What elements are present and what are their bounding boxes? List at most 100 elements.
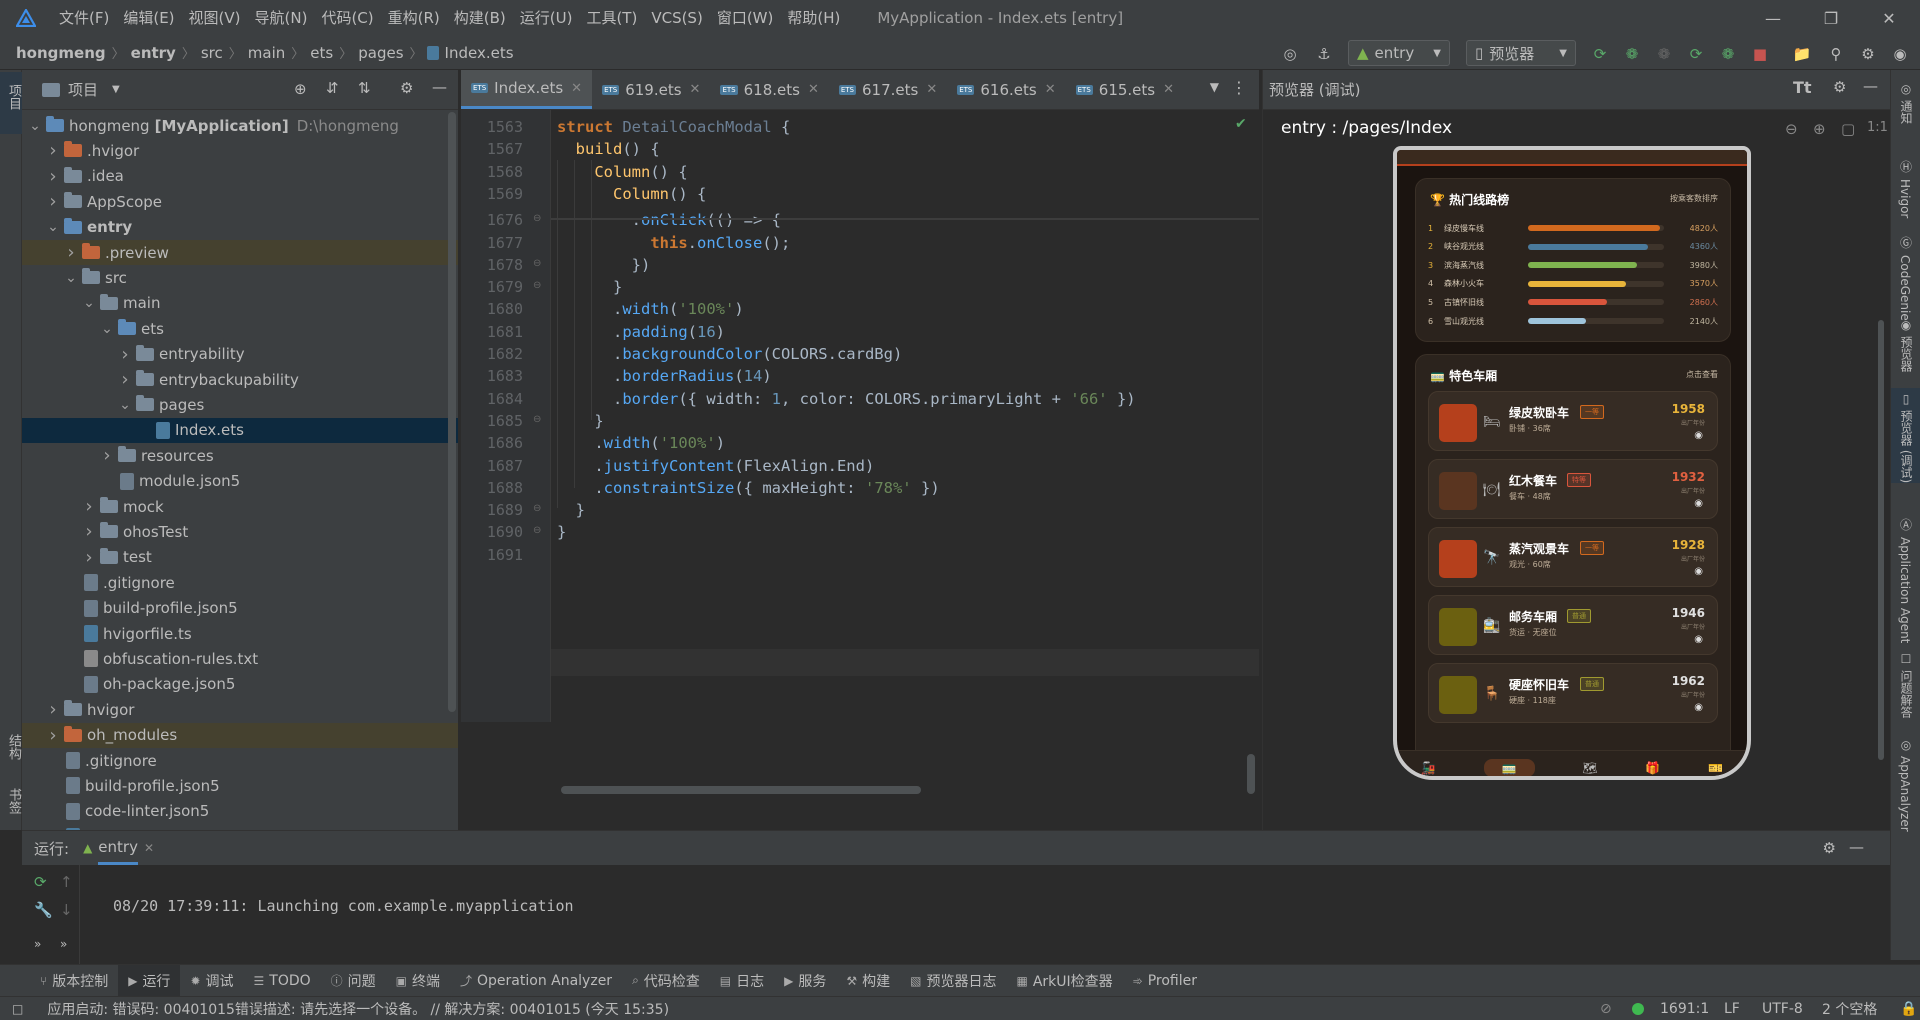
profile-icon[interactable]: ❁ bbox=[1718, 44, 1738, 64]
structure-tool-tab[interactable]: 结构 bbox=[4, 734, 23, 760]
tree-item[interactable]: ⌄ main bbox=[22, 291, 458, 316]
close-tab-icon[interactable]: ✕ bbox=[571, 81, 582, 96]
target-icon[interactable]: ◎ bbox=[1280, 44, 1300, 64]
tree-item[interactable]: Index.ets bbox=[22, 417, 458, 443]
menu-item[interactable]: 编辑(E) bbox=[116, 0, 181, 36]
close-tab-icon[interactable]: ✕ bbox=[926, 82, 937, 97]
file-encoding[interactable]: UTF-8 bbox=[1762, 1001, 1803, 1017]
power-save-icon[interactable]: ⊘ bbox=[1600, 1001, 1612, 1017]
scroll-down-icon[interactable]: ↓ bbox=[60, 901, 73, 919]
chevron-right-icon[interactable]: › bbox=[118, 344, 132, 365]
tree-item[interactable]: obfuscation-rules.txt bbox=[22, 646, 458, 671]
preview-scrollbar[interactable] bbox=[1878, 320, 1884, 760]
view-icon[interactable]: ◉ bbox=[1694, 498, 1703, 509]
actual-size-icon[interactable]: 1:1 bbox=[1867, 120, 1888, 135]
code-area[interactable]: struct DetailCoachModal { build() { Colu… bbox=[461, 110, 1259, 722]
vertical-scrollbar[interactable] bbox=[1247, 754, 1255, 794]
tree-item[interactable]: › .hvigor bbox=[22, 138, 458, 163]
tab-list-chevron-icon[interactable]: ▼ bbox=[1210, 80, 1219, 94]
view-icon[interactable]: ◉ bbox=[1694, 430, 1703, 441]
hide-panel-icon[interactable]: — bbox=[1863, 77, 1878, 95]
car-card[interactable]: 🛏 绿皮软卧车 一等 卧铺 · 36席 1958 出厂年份 ◉ bbox=[1428, 391, 1718, 451]
editor-tab[interactable]: ETS 615.ets ✕ bbox=[1066, 70, 1184, 109]
tree-item[interactable]: ⌄ ets bbox=[22, 316, 458, 341]
rerun-icon[interactable]: ⟳ bbox=[1590, 44, 1610, 64]
tab-gift-icon[interactable]: 🎁 bbox=[1645, 761, 1660, 775]
view-icon[interactable]: ◉ bbox=[1694, 634, 1703, 645]
chevron-down-icon[interactable]: ⌄ bbox=[28, 118, 42, 134]
font-size-icon[interactable]: Tt bbox=[1793, 78, 1812, 97]
close-tab-icon[interactable]: ✕ bbox=[1163, 82, 1174, 97]
chevron-down-icon[interactable]: ▼ bbox=[112, 84, 120, 95]
chevron-down-icon[interactable]: ⌄ bbox=[118, 397, 132, 413]
status-message[interactable]: 应用启动: 错误码: 00401015错误描述: 请先选择一个设备。 // 解决… bbox=[47, 999, 669, 1019]
code-line[interactable]: .border({ width: 1, color: COLORS.primar… bbox=[557, 386, 1136, 413]
breadcrumb-item[interactable]: entry bbox=[129, 44, 178, 62]
bottom-tab[interactable]: ➾ Profiler bbox=[1123, 965, 1207, 997]
editor-tab[interactable]: ETS 616.ets ✕ bbox=[947, 70, 1065, 109]
code-line[interactable]: } bbox=[557, 519, 566, 546]
wrench-icon[interactable]: 🔧 bbox=[34, 901, 53, 919]
breadcrumb-item[interactable]: hongmeng bbox=[14, 44, 108, 62]
chevron-right-icon[interactable]: › bbox=[118, 369, 132, 390]
car-card[interactable]: 🚉 邮务车厢 普通 货运 · 无座位 1946 出厂年份 ◉ bbox=[1428, 595, 1718, 655]
tree-item[interactable]: › ohosTest bbox=[22, 519, 458, 544]
hide-panel-icon[interactable]: — bbox=[432, 78, 447, 96]
menu-item[interactable]: VCS(S) bbox=[644, 0, 709, 36]
attach-debugger-icon[interactable]: ❁ bbox=[1654, 44, 1674, 64]
cursor-position[interactable]: 1691:1 bbox=[1660, 1001, 1709, 1017]
tree-item[interactable]: hvigorfile.ts bbox=[22, 621, 458, 646]
tree-item[interactable]: › test bbox=[22, 545, 458, 570]
right-tool-tab[interactable]: Ⓐ Application Agent bbox=[1891, 512, 1920, 643]
ranking-row[interactable]: 4 森林小火车 3570人 bbox=[1428, 275, 1718, 293]
editor-tab[interactable]: ETS Index.ets ✕ bbox=[461, 70, 593, 109]
menu-item[interactable]: 视图(V) bbox=[182, 0, 248, 36]
chevron-right-icon[interactable]: › bbox=[82, 547, 96, 568]
cars-more-label[interactable]: 点击查看 bbox=[1686, 369, 1718, 380]
chevron-down-icon[interactable]: ⌄ bbox=[64, 270, 78, 286]
status-indicator-icon[interactable] bbox=[1632, 1003, 1644, 1015]
chevron-down-icon[interactable]: ⌄ bbox=[100, 321, 114, 337]
bottom-tab[interactable]: ▶ 服务 bbox=[774, 965, 836, 997]
settings-icon[interactable]: ⚙ bbox=[1858, 44, 1878, 64]
tree-item[interactable]: › AppScope bbox=[22, 189, 458, 214]
maximize-icon[interactable]: ❐ bbox=[1802, 0, 1860, 36]
more-icon[interactable]: ◉ bbox=[1890, 44, 1910, 64]
ranking-row[interactable]: 6 雪山观光线 2140人 bbox=[1428, 312, 1718, 330]
bottom-tab[interactable]: ▶ 运行 bbox=[118, 964, 181, 997]
line-separator[interactable]: LF bbox=[1724, 1001, 1740, 1017]
view-icon[interactable]: ◉ bbox=[1694, 566, 1703, 577]
zoom-in-icon[interactable]: ⊕ bbox=[1813, 120, 1826, 138]
bottom-tab[interactable]: ⤴ Operation Analyzer bbox=[450, 965, 622, 997]
close-tab-icon[interactable]: ✕ bbox=[1045, 82, 1056, 97]
zoom-out-icon[interactable]: ⊖ bbox=[1785, 120, 1798, 138]
bottom-tab[interactable]: ⚒ 构建 bbox=[836, 965, 900, 997]
right-tool-tab[interactable]: Ⓗ Hvigor bbox=[1891, 154, 1920, 218]
debug-icon[interactable]: ❁ bbox=[1622, 44, 1642, 64]
code-line[interactable]: Column() { bbox=[557, 181, 706, 208]
minimize-icon[interactable]: — bbox=[1744, 0, 1802, 36]
tree-item[interactable]: › entryability bbox=[22, 342, 458, 367]
run-config-select[interactable]: ▲ entry ▼ bbox=[1348, 40, 1450, 66]
menu-item[interactable]: 代码(C) bbox=[314, 0, 380, 36]
car-card[interactable]: 🪑 硬座怀旧车 普通 硬座 · 118座 1962 出厂年份 ◉ bbox=[1428, 663, 1718, 723]
editor-tab[interactable]: ETS 619.ets ✕ bbox=[592, 70, 710, 109]
tree-item[interactable]: ⌄ entry bbox=[22, 215, 458, 240]
apply-changes-icon[interactable]: ⟳ bbox=[1686, 44, 1706, 64]
breadcrumb-item[interactable]: src bbox=[199, 44, 225, 62]
hvigor-icon[interactable]: ⚓ bbox=[1314, 44, 1334, 64]
gear-icon[interactable]: ⚙ bbox=[400, 79, 413, 97]
search-icon[interactable]: ⚲ bbox=[1826, 44, 1846, 64]
right-tool-tab[interactable]: ◎ 通知 bbox=[1891, 78, 1920, 124]
tree-item[interactable]: .gitignore bbox=[22, 570, 458, 595]
breadcrumb-item[interactable]: Index.ets bbox=[443, 44, 516, 62]
menu-item[interactable]: 窗口(W) bbox=[710, 0, 781, 36]
stop-icon[interactable]: ■ bbox=[1750, 44, 1770, 64]
menu-item[interactable]: 导航(N) bbox=[248, 0, 315, 36]
tab-ticket-icon[interactable]: 🎫 bbox=[1708, 761, 1723, 775]
view-icon[interactable]: ◉ bbox=[1694, 702, 1703, 713]
tree-item[interactable]: › mock bbox=[22, 494, 458, 519]
chevron-right-icon[interactable]: › bbox=[100, 445, 114, 466]
tree-item[interactable]: › oh_modules bbox=[22, 722, 458, 748]
right-tool-tab[interactable]: ▯ 预览器 (调试) bbox=[1891, 388, 1920, 484]
